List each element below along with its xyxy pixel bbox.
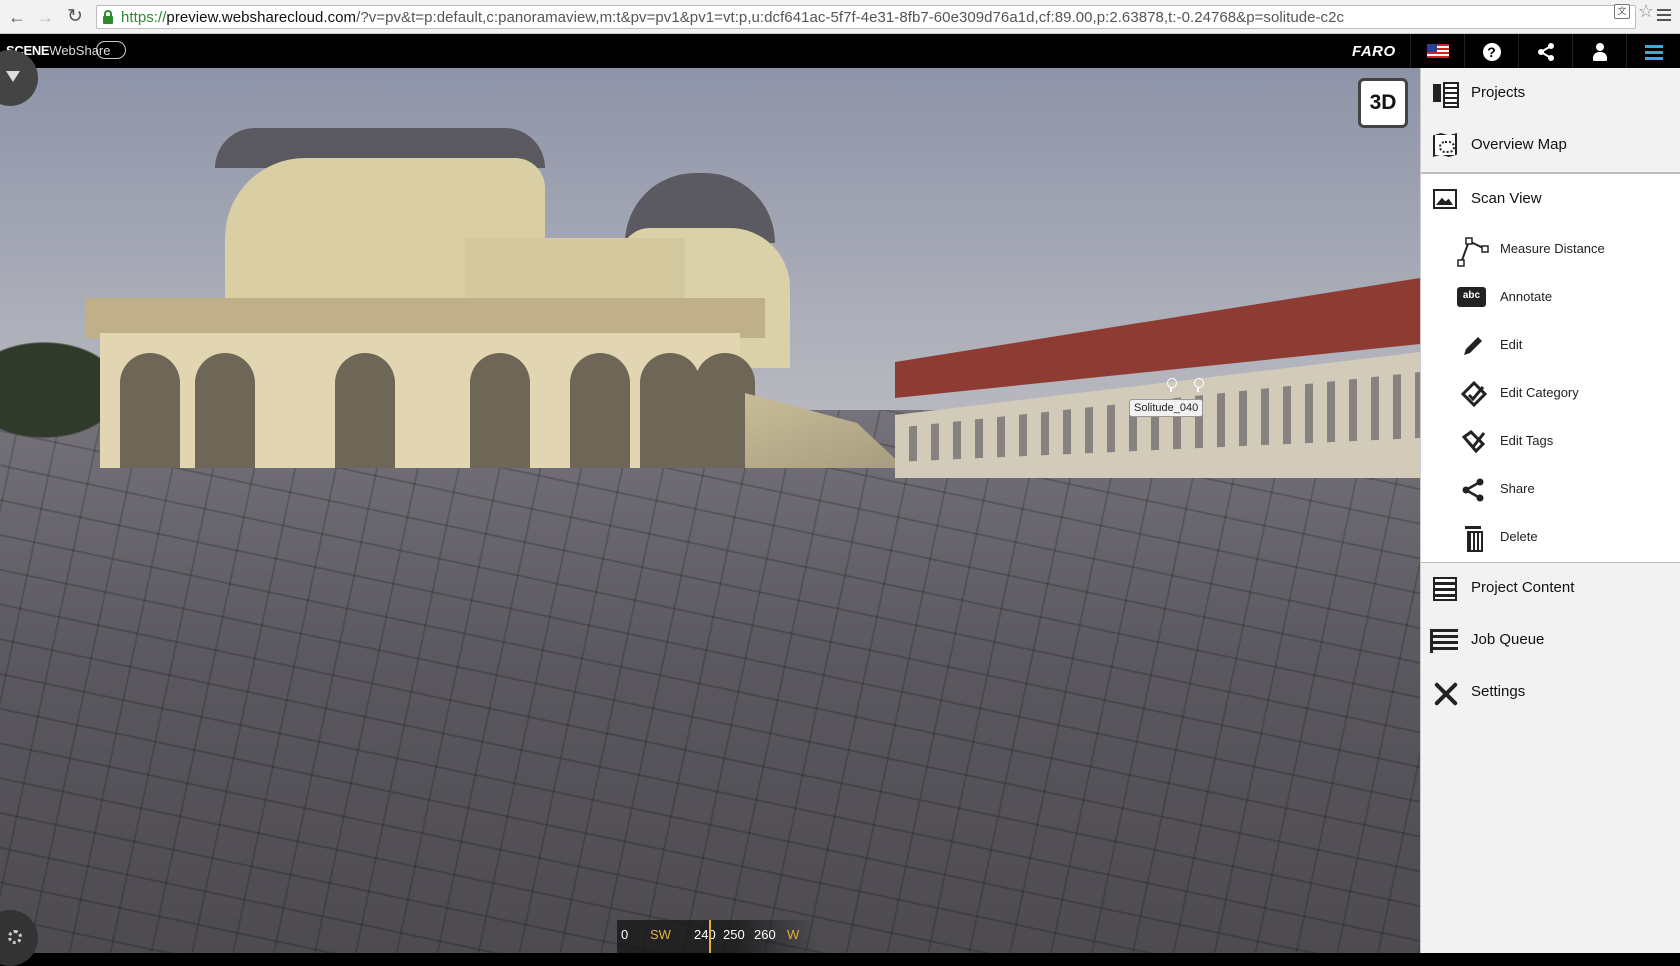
browser-menu-icon[interactable] — [1654, 6, 1674, 26]
share-icon — [1537, 43, 1554, 62]
menu-item-settings[interactable]: Settings — [1421, 667, 1680, 719]
compass-cardinal: SW — [650, 927, 671, 942]
palace-building — [85, 128, 935, 468]
menu-item-scan-view[interactable]: Scan View — [1421, 174, 1680, 226]
menu-item-projects[interactable]: Projects — [1421, 68, 1680, 120]
menu-subitem-edit[interactable]: Edit — [1421, 322, 1680, 370]
lock-icon — [103, 10, 113, 24]
map-icon — [1433, 133, 1457, 157]
menu-subitem-label: Edit Tags — [1500, 433, 1554, 448]
menu-subitem-delete[interactable]: Delete — [1421, 514, 1680, 562]
scan-label-primary[interactable]: Solitude_040 — [1129, 399, 1204, 417]
compass-needle — [709, 920, 711, 953]
pencil-icon — [1464, 337, 1482, 355]
us-flag-icon — [1427, 44, 1449, 58]
menu-subitem-edit-category[interactable]: Edit Category — [1421, 370, 1680, 418]
share-icon — [1462, 478, 1484, 502]
compass-strip[interactable]: 0 SW 240 250 260 W — [617, 920, 817, 953]
scan-position-pin[interactable] — [1166, 378, 1177, 392]
scan-position-pin[interactable] — [1193, 378, 1204, 392]
menu-item-label: Overview Map — [1471, 136, 1567, 153]
measure-distance-icon — [1457, 237, 1489, 267]
list-icon — [1433, 577, 1457, 601]
bookmark-star-icon[interactable]: ☆ — [1638, 1, 1654, 22]
panorama-viewport[interactable] — [0, 68, 1420, 953]
menu-item-label: Settings — [1471, 683, 1526, 700]
menu-subitem-label: Annotate — [1500, 289, 1553, 304]
trash-icon — [1465, 526, 1483, 552]
job-queue-icon — [1430, 629, 1458, 653]
annotate-icon: abc — [1457, 287, 1486, 307]
help-button[interactable]: ? — [1464, 34, 1518, 68]
edit-tags-icon — [1461, 430, 1486, 454]
translate-icon[interactable]: 文 — [1614, 4, 1630, 19]
hamburger-menu-icon — [1644, 42, 1663, 63]
cobblestone-ground — [0, 410, 1420, 953]
cloud-icon — [96, 41, 126, 59]
image-icon — [1433, 189, 1457, 209]
language-button[interactable] — [1410, 34, 1464, 68]
side-section-top: Projects Overview Map — [1421, 68, 1680, 173]
url-path: /?v=pv&t=p:default,c:panoramaview,m:t&pv… — [356, 9, 1345, 26]
menu-item-overview-map[interactable]: Overview Map — [1421, 120, 1680, 172]
help-icon: ? — [1482, 43, 1501, 62]
side-menu-panel: Projects Overview Map Scan View Measure … — [1420, 68, 1680, 953]
app-header: SCENEWebShare FARO ? — [0, 34, 1680, 68]
compass-tick: 260 — [754, 927, 776, 942]
faro-logo: FARO — [1352, 43, 1396, 60]
menu-subitem-label: Delete — [1500, 529, 1538, 544]
gear-icon — [8, 930, 22, 944]
menu-item-job-queue[interactable]: Job Queue — [1421, 615, 1680, 667]
edit-category-icon — [1461, 381, 1487, 407]
url-text[interactable]: https://preview.websharecloud.com/?v=pv&… — [121, 9, 1344, 26]
back-arrow-icon[interactable]: ← — [6, 6, 28, 28]
3d-view-button[interactable]: 3D — [1358, 78, 1408, 128]
url-host: preview.websharecloud.com — [166, 9, 357, 26]
compass-cardinal: W — [787, 927, 800, 942]
menu-item-label: Projects — [1471, 84, 1526, 101]
menu-item-label: Project Content — [1471, 579, 1575, 596]
menu-subitem-share[interactable]: Share — [1421, 466, 1680, 514]
menu-item-label: Job Queue — [1471, 631, 1545, 648]
browser-toolbar: ← → ↻ https://preview.websharecloud.com/… — [0, 0, 1680, 34]
user-icon — [1592, 43, 1608, 62]
menu-subitem-label: Edit Category — [1500, 385, 1579, 400]
main-menu-button[interactable] — [1626, 34, 1680, 68]
share-button[interactable] — [1518, 34, 1572, 68]
side-wing-building — [895, 278, 1420, 478]
menu-subitem-edit-tags[interactable]: Edit Tags — [1421, 418, 1680, 466]
menu-subitem-annotate[interactable]: abc Annotate — [1421, 274, 1680, 322]
tools-icon — [1433, 681, 1459, 707]
menu-item-label: Scan View — [1471, 190, 1542, 207]
url-scheme: https:// — [121, 9, 167, 26]
menu-subitem-label: Share — [1500, 481, 1535, 496]
compass-tick: 250 — [723, 927, 745, 942]
menu-item-project-content[interactable]: Project Content — [1421, 563, 1680, 615]
address-bar[interactable]: https://preview.websharecloud.com/?v=pv&… — [96, 5, 1636, 29]
menu-subitem-label: Measure Distance — [1500, 241, 1605, 256]
user-button[interactable] — [1572, 34, 1626, 68]
side-section-bottom: Project Content Job Queue Settings — [1421, 563, 1680, 719]
compass-tick: 240 — [694, 927, 716, 942]
menu-subitem-label: Edit — [1500, 337, 1523, 352]
reload-icon[interactable]: ↻ — [64, 6, 86, 28]
side-section-scan-view: Scan View Measure Distance abc Annotate … — [1421, 173, 1680, 563]
forward-arrow-icon[interactable]: → — [34, 6, 56, 28]
projects-icon — [1433, 82, 1459, 108]
compass-tick: 0 — [621, 927, 629, 942]
menu-subitem-measure-distance[interactable]: Measure Distance — [1421, 226, 1680, 274]
